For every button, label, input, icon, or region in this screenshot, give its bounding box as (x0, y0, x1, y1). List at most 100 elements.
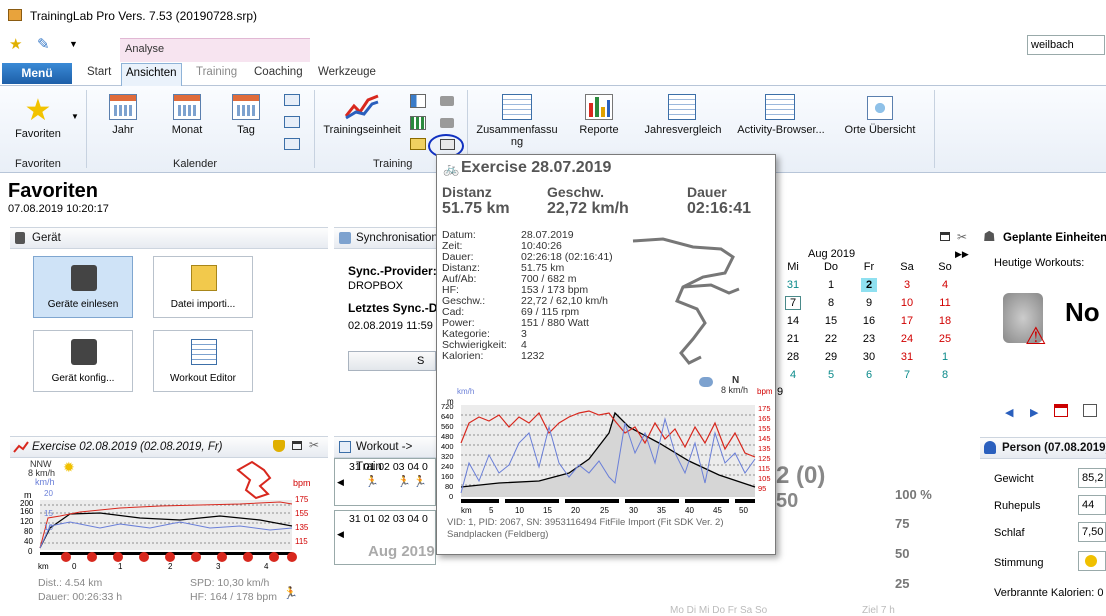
weekday-header: So (938, 261, 952, 273)
sync-button[interactable]: S (348, 351, 436, 371)
person-icon (984, 441, 996, 454)
x-tick: 20 (571, 506, 580, 515)
calendar-day[interactable]: 4 (926, 276, 964, 294)
page-datetime: 07.08.2019 10:20:17 (8, 203, 109, 215)
star-icon[interactable]: ★ (9, 35, 22, 53)
tab-start[interactable]: Start (87, 66, 111, 78)
calendar-day[interactable]: 28 (774, 348, 812, 366)
bar-chart-icon[interactable] (410, 116, 426, 130)
line-chart-icon (13, 441, 29, 453)
list-icon[interactable] (284, 94, 300, 106)
calendar-day[interactable]: 9 (850, 294, 888, 312)
runner-icon[interactable]: 🏃 (413, 475, 427, 488)
y-tick-mid: 15 (44, 509, 53, 518)
calendar-day-today[interactable]: 2 (850, 276, 888, 294)
popup-bpm: bpm (757, 387, 773, 396)
prev-icon[interactable]: ◀ (337, 529, 344, 540)
workout-editor-tile[interactable]: Workout Editor (153, 330, 253, 392)
camera-icon[interactable] (440, 96, 454, 106)
gewicht-field[interactable]: 85,2 (1078, 468, 1106, 488)
exercise-hf: HF: 164 / 178 bpm (190, 591, 277, 603)
calendar-day[interactable]: 8 (926, 366, 964, 384)
trainingseinheit-label: Trainingseinheit (323, 124, 401, 136)
calendar-day[interactable]: 1 (926, 348, 964, 366)
calendar-day[interactable]: 24 (888, 330, 926, 348)
tab-ansichten[interactable]: Ansichten (121, 63, 182, 86)
zusammenfassung-label: Zusammenfassu ng (476, 124, 558, 148)
calendar-day[interactable]: 8 (812, 294, 850, 312)
calendar-day[interactable]: 7 (888, 366, 926, 384)
schlaf-field[interactable]: 7,50 (1078, 522, 1106, 542)
calendar-day[interactable]: 15 (812, 312, 850, 330)
x-tick: 5 (489, 506, 494, 515)
stats-icon[interactable] (410, 94, 426, 108)
calendar-icon[interactable] (1054, 404, 1068, 417)
maximize-icon[interactable] (292, 441, 302, 450)
y-tick-left: 0 (449, 492, 453, 501)
print-icon[interactable] (440, 118, 454, 128)
tab-werkzeuge[interactable]: Werkzeuge (318, 66, 376, 78)
calendar-day[interactable]: 11 (926, 294, 964, 312)
calendar-day[interactable]: 31 (888, 348, 926, 366)
prev-icon[interactable]: ◀ (337, 477, 344, 488)
menu-button[interactable]: Menü (2, 63, 72, 84)
calendar-day[interactable]: 5 (812, 366, 850, 384)
tab-training[interactable]: Training (196, 66, 237, 78)
device-icon (15, 232, 25, 244)
shield-icon[interactable] (273, 440, 285, 452)
exercise-dist: Dist.: 4.54 km (38, 577, 103, 589)
calendar-day[interactable]: 29 (812, 348, 850, 366)
runner-icon[interactable]: 🏃 (397, 475, 411, 488)
sync-button-label: S (417, 355, 425, 367)
calendar-day-selected[interactable]: 7 (774, 294, 812, 312)
ruler-icon[interactable] (410, 138, 426, 150)
calendar-day[interactable]: 21 (774, 330, 812, 348)
calendar-day[interactable]: 22 (812, 330, 850, 348)
calendar-day[interactable]: 18 (926, 312, 964, 330)
datei-importieren-tile[interactable]: Datei importi... (153, 256, 253, 318)
calendar-day[interactable]: 17 (888, 312, 926, 330)
y-tick-left: 40 (24, 537, 33, 546)
ruhepuls-field[interactable]: 44 (1078, 495, 1106, 515)
tools-icon[interactable]: ✂ (957, 230, 967, 244)
calendar-day[interactable]: 4 (774, 366, 812, 384)
calendar-day[interactable]: 3 (888, 276, 926, 294)
runner-icon[interactable]: 🏃 (365, 475, 379, 488)
edit-icon[interactable]: ✎ (37, 35, 50, 53)
popup-footer-device: VID: 1, PID: 2067, SN: 3953116494 FitFil… (447, 517, 724, 528)
search-input[interactable] (1027, 35, 1105, 55)
trainingseinheit-button[interactable]: Trainingseinheit (320, 92, 404, 136)
x-tick: 35 (657, 506, 666, 515)
calendar-day[interactable]: 1 (812, 276, 850, 294)
stimmung-field[interactable] (1078, 551, 1106, 571)
tab-coaching[interactable]: Coaching (254, 66, 303, 78)
calendar-day[interactable]: 16 (850, 312, 888, 330)
person-label: Gewicht (994, 473, 1034, 485)
calendar-edit-icon[interactable] (284, 138, 300, 150)
line-chart-icon (344, 94, 379, 120)
calendar-day[interactable]: 23 (850, 330, 888, 348)
compare-icon (668, 94, 696, 120)
geraet-konfigurieren-tile[interactable]: Gerät konfig... (33, 330, 133, 392)
calendar-day[interactable]: 31 (774, 276, 812, 294)
table-icon[interactable] (284, 116, 300, 128)
y-tick-right: 165 (758, 414, 771, 423)
maximize-icon[interactable] (940, 232, 950, 241)
geraet-header-label: Gerät (32, 232, 61, 244)
tools-icon[interactable]: ✂ (309, 438, 319, 452)
calendar-day[interactable]: 14 (774, 312, 812, 330)
stats-pct-100: 100 % (895, 487, 932, 502)
calendar-day[interactable]: 6 (850, 366, 888, 384)
device-config-icon (71, 339, 97, 365)
calendar-day[interactable]: 10 (888, 294, 926, 312)
chevron-down-icon[interactable]: ▼ (69, 39, 78, 49)
grid-icon[interactable] (1083, 404, 1097, 417)
favoriten-button[interactable]: ★ Favoriten (8, 96, 68, 141)
next-icon[interactable]: ▶ (1030, 406, 1038, 419)
prev-icon[interactable]: ◀ (1005, 406, 1013, 419)
calendar-day[interactable]: 25 (926, 330, 964, 348)
calendar-day[interactable]: 30 (850, 348, 888, 366)
geraete-einlesen-tile[interactable]: Geräte einlesen (33, 256, 133, 318)
sync-last-value: 02.08.2019 11:59 (348, 320, 433, 332)
chevron-down-icon[interactable]: ▼ (71, 112, 79, 121)
